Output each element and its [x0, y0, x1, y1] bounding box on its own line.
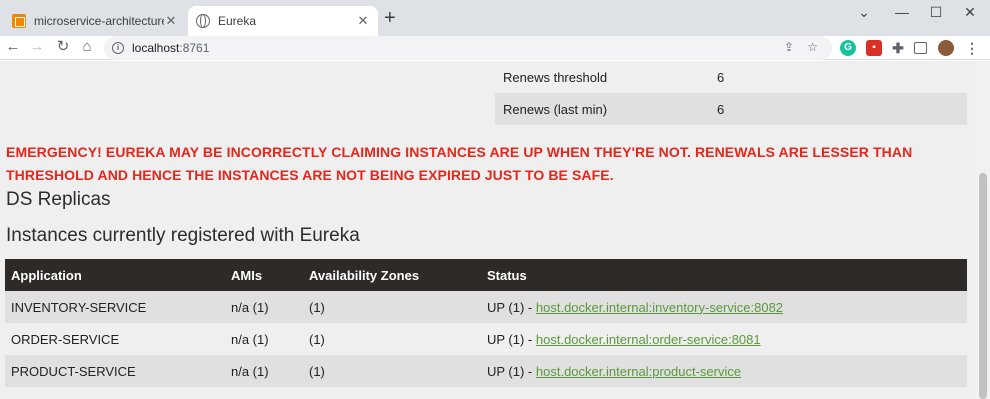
instances-heading: Instances currently registered with Eure… [6, 225, 360, 246]
scrollbar-thumb[interactable] [979, 173, 987, 399]
site-info-icon[interactable]: i [112, 42, 124, 54]
drawio-icon [12, 14, 26, 28]
extension-badge-icon[interactable]: ▪ [866, 40, 882, 56]
tab-drawio[interactable]: microservice-architecture.drawio ✕ [4, 6, 186, 36]
tab-label: Eureka [218, 14, 257, 28]
share-icon[interactable]: ⇪ [784, 40, 794, 54]
eureka-page: Renews threshold 6 Renews (last min) 6 E… [0, 61, 976, 399]
column-header: AMIs [225, 259, 303, 291]
close-icon[interactable]: ✕ [356, 13, 370, 29]
home-icon[interactable]: ⌂ [78, 38, 96, 56]
instance-link[interactable]: host.docker.internal:product-service [536, 364, 741, 379]
stat-value: 6 [717, 101, 725, 117]
emergency-line: THRESHOLD AND HENCE THE INSTANCES ARE NO… [6, 167, 614, 183]
omnibox-actions: ⇪ ☆ [784, 40, 818, 54]
minimize-button[interactable]: — [890, 4, 914, 20]
menu-kebab-icon[interactable]: ⋮ [964, 40, 980, 56]
zones-cell: (1) [303, 323, 481, 355]
stats-row: Renews (last min) 6 [495, 93, 967, 125]
app-name: PRODUCT-SERVICE [5, 355, 225, 387]
reload-icon[interactable]: ↻ [54, 38, 72, 56]
column-header: Availability Zones [303, 259, 481, 291]
app-name: ORDER-SERVICE [5, 323, 225, 355]
stat-key: Renews (last min) [503, 101, 608, 117]
maximize-button[interactable]: ☐ [924, 4, 948, 21]
table-row: PRODUCT-SERVICE n/a (1) (1) UP (1) - hos… [5, 355, 967, 387]
table-row: INVENTORY-SERVICE n/a (1) (1) UP (1) - h… [5, 291, 967, 323]
page-scrollbar[interactable] [976, 61, 990, 399]
status-text: UP (1) - [487, 363, 536, 379]
tab-strip: microservice-architecture.drawio ✕ Eurek… [0, 0, 990, 36]
extensions-puzzle-icon[interactable]: ✚ [890, 40, 906, 56]
column-header: Application [5, 259, 225, 291]
stat-key: Renews threshold [503, 69, 608, 85]
url-text: localhost:8761 [132, 41, 210, 55]
amis-cell: n/a (1) [225, 355, 303, 387]
zones-cell: (1) [303, 291, 481, 323]
back-icon[interactable]: ← [4, 38, 22, 56]
side-panel-icon[interactable] [914, 42, 927, 54]
tab-search-icon[interactable]: ⌄ [852, 4, 876, 21]
globe-icon [196, 14, 210, 28]
status-cell: UP (1) - host.docker.internal:inventory-… [481, 291, 967, 323]
amis-cell: n/a (1) [225, 291, 303, 323]
tab-eureka[interactable]: Eureka ✕ [188, 6, 378, 36]
grammarly-icon[interactable]: G [840, 40, 856, 56]
stat-value: 6 [717, 69, 725, 85]
status-text: UP (1) - [487, 331, 536, 347]
stats-row: Renews threshold 6 [495, 61, 967, 93]
address-bar[interactable]: i localhost:8761 ⇪ ☆ [104, 36, 832, 60]
column-header: Status [481, 259, 967, 291]
zones-cell: (1) [303, 355, 481, 387]
close-window-button[interactable]: ✕ [958, 4, 982, 21]
avatar[interactable] [938, 40, 954, 56]
forward-icon[interactable]: → [28, 38, 46, 56]
status-cell: UP (1) - host.docker.internal:order-serv… [481, 323, 967, 355]
amis-cell: n/a (1) [225, 323, 303, 355]
table-header-row: Application AMIs Availability Zones Stat… [5, 259, 967, 291]
ds-replicas-heading: DS Replicas [6, 189, 111, 210]
app-name: INVENTORY-SERVICE [5, 291, 225, 323]
emergency-line: EMERGENCY! EUREKA MAY BE INCORRECTLY CLA… [6, 144, 913, 160]
emergency-warning: EMERGENCY! EUREKA MAY BE INCORRECTLY CLA… [6, 141, 966, 187]
status-text: UP (1) - [487, 299, 536, 315]
status-cell: UP (1) - host.docker.internal:product-se… [481, 355, 967, 387]
instance-link[interactable]: host.docker.internal:order-service:8081 [536, 332, 761, 347]
tab-label: microservice-architecture.drawio [34, 14, 164, 28]
close-icon[interactable]: ✕ [164, 13, 178, 29]
bookmark-star-icon[interactable]: ☆ [807, 40, 818, 54]
instances-table: Application AMIs Availability Zones Stat… [5, 259, 967, 387]
new-tab-button[interactable]: + [384, 8, 396, 28]
table-row: ORDER-SERVICE n/a (1) (1) UP (1) - host.… [5, 323, 967, 355]
instance-link[interactable]: host.docker.internal:inventory-service:8… [536, 300, 783, 315]
general-info-table: Renews threshold 6 Renews (last min) 6 [495, 61, 967, 125]
